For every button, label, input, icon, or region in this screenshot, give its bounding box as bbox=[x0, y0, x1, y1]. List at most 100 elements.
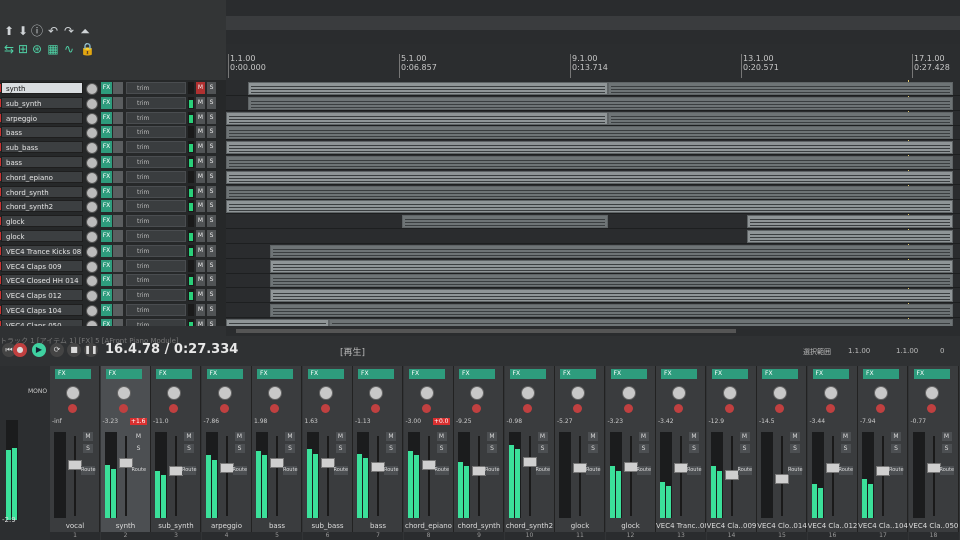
automation-mode-button[interactable]: trim bbox=[126, 244, 186, 257]
fader-cap[interactable] bbox=[926, 463, 941, 474]
fader-cap[interactable] bbox=[724, 469, 739, 480]
automation-mode-button[interactable]: trim bbox=[126, 111, 186, 124]
track-name[interactable]: sub_synth bbox=[1, 96, 83, 109]
solo-button[interactable]: S bbox=[487, 444, 497, 453]
track-header[interactable]: VEC4 Claps 104 FX trim M S bbox=[0, 303, 226, 317]
route-button[interactable]: Route bbox=[333, 466, 348, 475]
solo-button[interactable]: S bbox=[184, 444, 194, 453]
media-item[interactable] bbox=[328, 318, 953, 326]
route-button[interactable]: Route bbox=[939, 466, 954, 475]
fader-cap[interactable] bbox=[371, 461, 385, 472]
strip-fx-button[interactable]: FX bbox=[610, 369, 647, 379]
solo-button[interactable]: S bbox=[386, 444, 396, 453]
pan-knob[interactable] bbox=[217, 386, 232, 400]
pan-knob[interactable] bbox=[116, 386, 131, 400]
track-name[interactable]: VEC4 Claps 012 bbox=[1, 289, 83, 302]
fx-button[interactable]: FX bbox=[101, 82, 112, 94]
volume-knob[interactable] bbox=[86, 97, 98, 110]
media-item[interactable] bbox=[248, 96, 953, 110]
solo-button[interactable]: S bbox=[436, 444, 447, 453]
fx-button[interactable]: FX bbox=[101, 185, 112, 198]
mute-button[interactable]: M bbox=[234, 432, 245, 441]
mute-button[interactable]: M bbox=[196, 215, 205, 228]
automation-mode-button[interactable]: trim bbox=[126, 141, 186, 154]
solo-button[interactable]: S bbox=[207, 215, 216, 228]
pan-knob[interactable] bbox=[672, 386, 686, 400]
route-button[interactable]: Route bbox=[81, 466, 96, 475]
record-arm-button[interactable] bbox=[270, 404, 279, 413]
track-name[interactable]: arpeggio bbox=[1, 111, 83, 124]
strip-fx-button[interactable]: FX bbox=[560, 369, 596, 379]
mute-button[interactable]: M bbox=[638, 432, 649, 441]
mute-button[interactable]: M bbox=[196, 244, 205, 257]
pan-knob[interactable] bbox=[167, 386, 181, 400]
mute-button[interactable]: M bbox=[537, 432, 548, 441]
track-name[interactable]: chord_synth bbox=[1, 185, 83, 198]
track-header[interactable]: glock FX trim M S bbox=[0, 229, 226, 243]
envelope-icon[interactable]: ∿ bbox=[62, 42, 76, 56]
fx-bypass-button[interactable] bbox=[113, 170, 123, 183]
track-header[interactable]: glock FX trim M S bbox=[0, 214, 226, 229]
mono-button[interactable]: MONO bbox=[28, 388, 47, 395]
track-name[interactable]: VEC4 Closed HH 014 bbox=[1, 274, 83, 287]
fx-button[interactable]: FX bbox=[101, 141, 112, 154]
fx-bypass-button[interactable] bbox=[113, 156, 123, 168]
new-project-icon[interactable]: ⬆ bbox=[2, 24, 16, 38]
solo-button[interactable]: S bbox=[133, 444, 144, 453]
arrange-view[interactable] bbox=[226, 80, 960, 326]
strip-fx-button[interactable]: FX bbox=[105, 369, 142, 379]
selection-length[interactable]: 0 bbox=[940, 347, 944, 355]
pan-knob[interactable] bbox=[369, 386, 383, 400]
solo-button[interactable]: S bbox=[207, 244, 216, 257]
media-item[interactable] bbox=[226, 318, 329, 326]
pause-button[interactable]: ❚❚ bbox=[84, 343, 98, 357]
fx-button[interactable]: FX bbox=[101, 96, 112, 109]
automation-mode-button[interactable]: trim bbox=[126, 215, 186, 228]
mute-button[interactable]: M bbox=[196, 170, 205, 183]
solo-button[interactable]: S bbox=[790, 444, 800, 453]
mute-button[interactable]: M bbox=[196, 274, 205, 287]
automation-mode-button[interactable]: trim bbox=[126, 126, 186, 139]
strip-fx-button[interactable]: FX bbox=[913, 369, 950, 379]
fader-cap[interactable] bbox=[674, 463, 688, 474]
route-button[interactable]: Route bbox=[131, 466, 146, 475]
record-arm-button[interactable] bbox=[926, 404, 936, 413]
route-button[interactable]: Route bbox=[283, 466, 298, 475]
pan-knob[interactable] bbox=[924, 386, 939, 400]
track-header[interactable]: bass FX trim M S bbox=[0, 125, 226, 140]
pan-knob[interactable] bbox=[722, 386, 737, 400]
item-grouping-icon[interactable]: ▦ bbox=[46, 42, 60, 56]
track-header[interactable]: VEC4 Closed HH 014 FX trim M S bbox=[0, 273, 226, 288]
mute-button[interactable]: M bbox=[196, 318, 205, 326]
fx-bypass-button[interactable] bbox=[113, 111, 123, 124]
track-name[interactable]: VEC4 Claps 104 bbox=[1, 304, 83, 316]
media-item[interactable] bbox=[226, 126, 953, 140]
mute-button[interactable]: M bbox=[436, 432, 447, 441]
media-item[interactable] bbox=[270, 274, 953, 288]
media-item[interactable] bbox=[226, 156, 953, 169]
automation-mode-button[interactable]: trim bbox=[126, 259, 186, 272]
route-button[interactable]: Route bbox=[737, 466, 752, 475]
solo-button[interactable]: S bbox=[638, 444, 649, 453]
pan-knob[interactable] bbox=[520, 386, 535, 400]
mute-button[interactable]: M bbox=[588, 432, 598, 441]
track-name[interactable]: chord_epiano bbox=[1, 170, 83, 183]
pan-knob[interactable] bbox=[823, 386, 838, 400]
automation-mode-button[interactable]: trim bbox=[126, 185, 186, 198]
mute-button[interactable]: M bbox=[196, 185, 205, 198]
volume-knob[interactable] bbox=[86, 157, 98, 169]
track-name[interactable]: bass bbox=[1, 126, 83, 139]
fx-bypass-button[interactable] bbox=[113, 274, 123, 287]
strip-fx-button[interactable]: FX bbox=[257, 369, 293, 379]
volume-knob[interactable] bbox=[86, 245, 98, 258]
solo-button[interactable]: S bbox=[207, 259, 216, 272]
strip-fx-button[interactable]: FX bbox=[408, 369, 445, 379]
track-header[interactable]: VEC4 Claps 009 FX trim M S bbox=[0, 259, 226, 273]
media-item[interactable] bbox=[226, 111, 608, 125]
mute-button[interactable]: M bbox=[184, 432, 194, 441]
solo-button[interactable]: S bbox=[207, 111, 216, 124]
position-display[interactable]: 16.4.78 / 0:27.334 bbox=[105, 342, 238, 357]
timeline-ruler[interactable]: 1.1.00 0:00.000 5.1.00 0:06.857 9.1.00 0:13.7… bbox=[226, 44, 960, 81]
record-arm-button[interactable] bbox=[118, 404, 128, 413]
volume-knob[interactable] bbox=[86, 201, 98, 214]
